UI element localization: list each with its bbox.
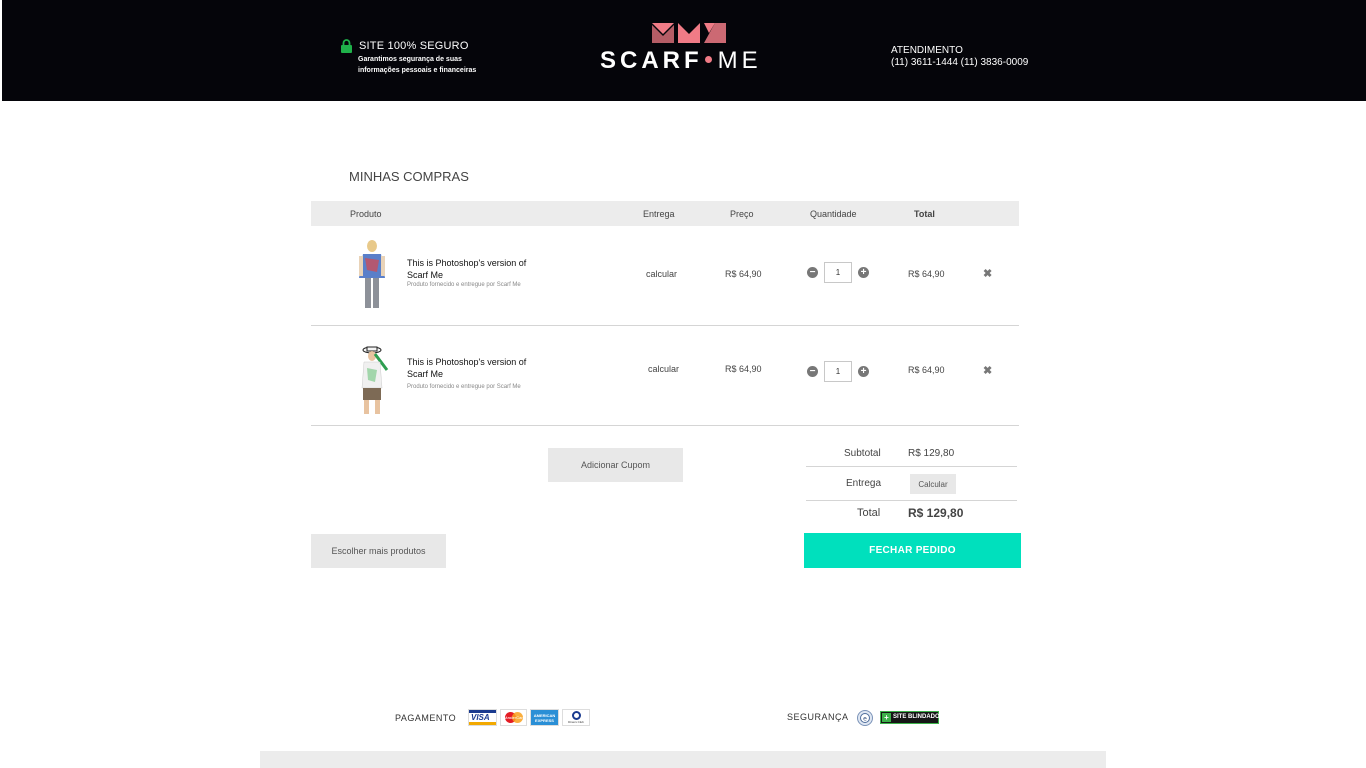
quantity-stepper: − + [805,262,875,284]
mastercard-card-icon: MasterCard [500,709,527,726]
logo-text-left: SCARF [600,47,703,74]
line-total: R$ 64,90 [908,365,945,375]
quantity-input[interactable] [824,262,852,283]
diners-card-icon: Diners Club [562,709,590,726]
minus-icon[interactable]: − [807,267,818,278]
shipping-label: Entrega [846,478,882,489]
summary-divider [806,466,1017,467]
quantity-stepper: − + [805,361,875,383]
unit-price: R$ 64,90 [725,269,762,279]
customer-service: ATENDIMENTO (11) 3611-1444 (11) 3836-000… [891,45,1028,69]
total-label: Total [857,507,881,519]
continue-shopping-button[interactable]: Escolher mais produtos [311,534,446,568]
plus-icon[interactable]: + [858,366,869,377]
blindado-check-icon: + [882,713,891,722]
column-preco: Preço [730,209,754,219]
quantity-input[interactable] [824,361,852,382]
diners-text: Diners Club [568,720,584,724]
column-total: Total [914,209,935,219]
product-name[interactable]: This is Photoshop's version of Scarf Me [407,257,547,281]
security-label: SEGURANÇA [787,712,849,722]
shipping-link[interactable]: calcular [648,364,679,374]
cart-row: This is Photoshop's version of Scarf Me … [311,226,1019,326]
column-produto: Produto [350,209,382,219]
product-seller: Produto fornecido e entregue por Scarf M… [407,282,521,288]
product-image[interactable] [355,344,389,416]
shipping-link[interactable]: calcular [646,269,677,279]
column-entrega: Entrega [643,209,675,219]
secure-subtitle: Garantimos segurança de suas informações… [358,56,477,74]
unit-price: R$ 64,90 [725,364,762,374]
product-name[interactable]: This is Photoshop's version of Scarf Me [407,356,547,380]
footer-bar [260,751,1106,768]
cart-table-header: Produto Entrega Preço Quantidade Total [311,201,1019,226]
cart-row: This is Photoshop's version of Scarf Me … [311,326,1019,426]
payment-label: PAGAMENTO [395,713,457,723]
security-seal-icon[interactable]: e [857,710,873,726]
site-header: SITE 100% SEGURO Garantimos segurança de… [2,0,1366,101]
contact-phones: (11) 3611-1444 (11) 3836-0009 [891,57,1029,68]
secure-title: SITE 100% SEGURO [359,40,469,52]
minus-icon[interactable]: − [807,366,818,377]
product-seller: Produto fornecido e entregue por Scarf M… [407,384,521,390]
logo-dot [704,56,712,64]
logo-mark-icon [652,23,726,43]
visa-text: VISA [471,713,490,722]
svg-text:e: e [863,716,867,723]
subtotal-value: R$ 129,80 [908,448,955,459]
summary-divider [806,500,1017,501]
checkout-button[interactable]: FECHAR PEDIDO [804,533,1021,568]
plus-icon[interactable]: + [858,267,869,278]
visa-card-icon: VISA [468,709,497,726]
lock-icon [341,39,352,53]
blindado-text: SITE BLINDADO [893,714,940,720]
product-image[interactable] [355,238,389,310]
order-summary: Subtotal R$ 129,80 Entrega Calcular Tota… [806,448,1017,528]
remove-icon[interactable]: ✖ [983,267,992,280]
site-blindado-badge[interactable]: + SITE BLINDADO [880,711,940,724]
line-total: R$ 64,90 [908,269,945,279]
amex-card-icon: AMERICAN EXPRESS [530,709,559,726]
site-logo[interactable]: SCARF ME [600,22,775,78]
total-value: R$ 129,80 [908,506,964,520]
mastercard-text: MasterCard [504,715,525,720]
logo-text-right: ME [717,47,762,74]
subtotal-label: Subtotal [844,448,881,459]
column-quantidade: Quantidade [810,209,857,219]
page-title: MINHAS COMPRAS [349,169,469,184]
remove-icon[interactable]: ✖ [983,364,992,377]
logo-wordmark: SCARF ME [600,47,762,75]
add-coupon-button[interactable]: Adicionar Cupom [548,448,683,482]
amex-text: AMERICAN EXPRESS [533,713,556,723]
calculate-shipping-button[interactable]: Calcular [910,474,956,494]
contact-label: ATENDIMENTO [891,45,963,56]
